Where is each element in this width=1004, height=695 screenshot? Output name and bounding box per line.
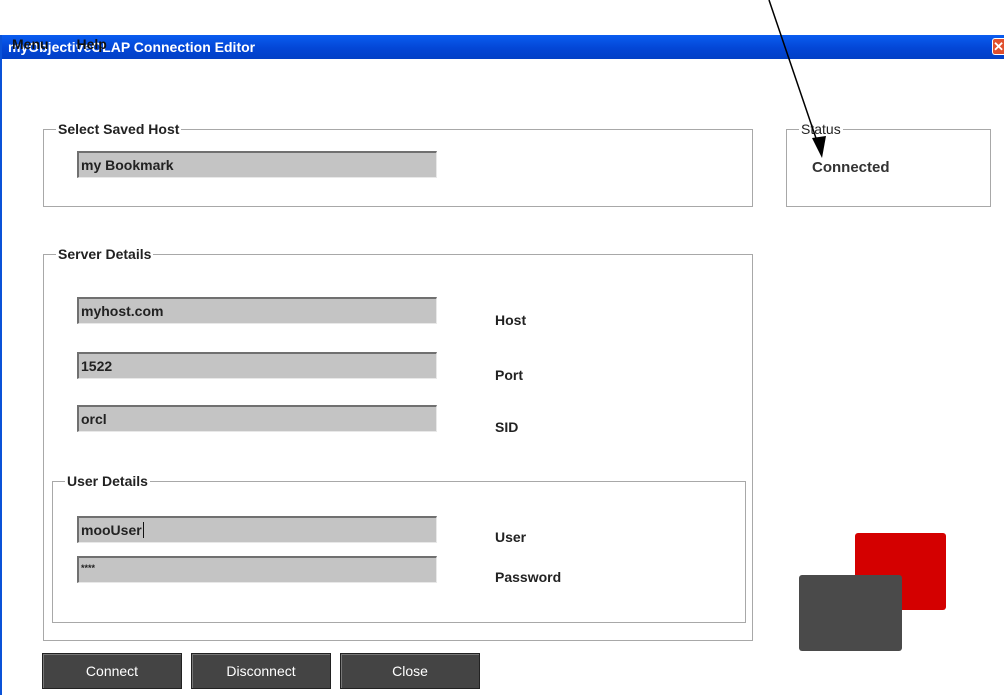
host-field[interactable]: myhost.com [77,297,437,324]
saved-host-select[interactable]: my Bookmark [77,151,437,178]
sid-field[interactable]: orcl [77,405,437,432]
close-icon[interactable]: ✕ [992,38,1004,55]
port-label: Port [495,367,523,383]
close-button[interactable]: Close [340,653,480,689]
user-field-value: mooUser [81,522,142,538]
sid-label: SID [495,419,519,435]
host-label: Host [495,312,527,328]
server-details-legend: Server Details [58,246,152,262]
status-text: Connected [812,159,890,176]
user-details-group: User Details [52,473,746,623]
menu-bar: Menu Help [12,36,131,52]
menu-item-menu[interactable]: Menu [12,36,49,52]
logo-grey-square [799,575,902,651]
saved-host-legend: Select Saved Host [58,121,180,137]
port-field[interactable]: 1522 [77,352,437,379]
user-label: User [495,529,527,545]
disconnect-button[interactable]: Disconnect [191,653,331,689]
status-legend: Status [801,121,841,137]
title-bar[interactable]: myObjectiveOLAP Connection Editor ✕ [2,35,1004,59]
text-cursor [142,522,144,538]
user-details-legend: User Details [67,473,148,489]
connect-button[interactable]: Connect [42,653,182,689]
password-field[interactable]: **** [77,556,437,583]
password-label: Password [495,569,562,585]
user-field[interactable]: mooUser [77,516,437,543]
menu-item-help[interactable]: Help [76,36,106,52]
